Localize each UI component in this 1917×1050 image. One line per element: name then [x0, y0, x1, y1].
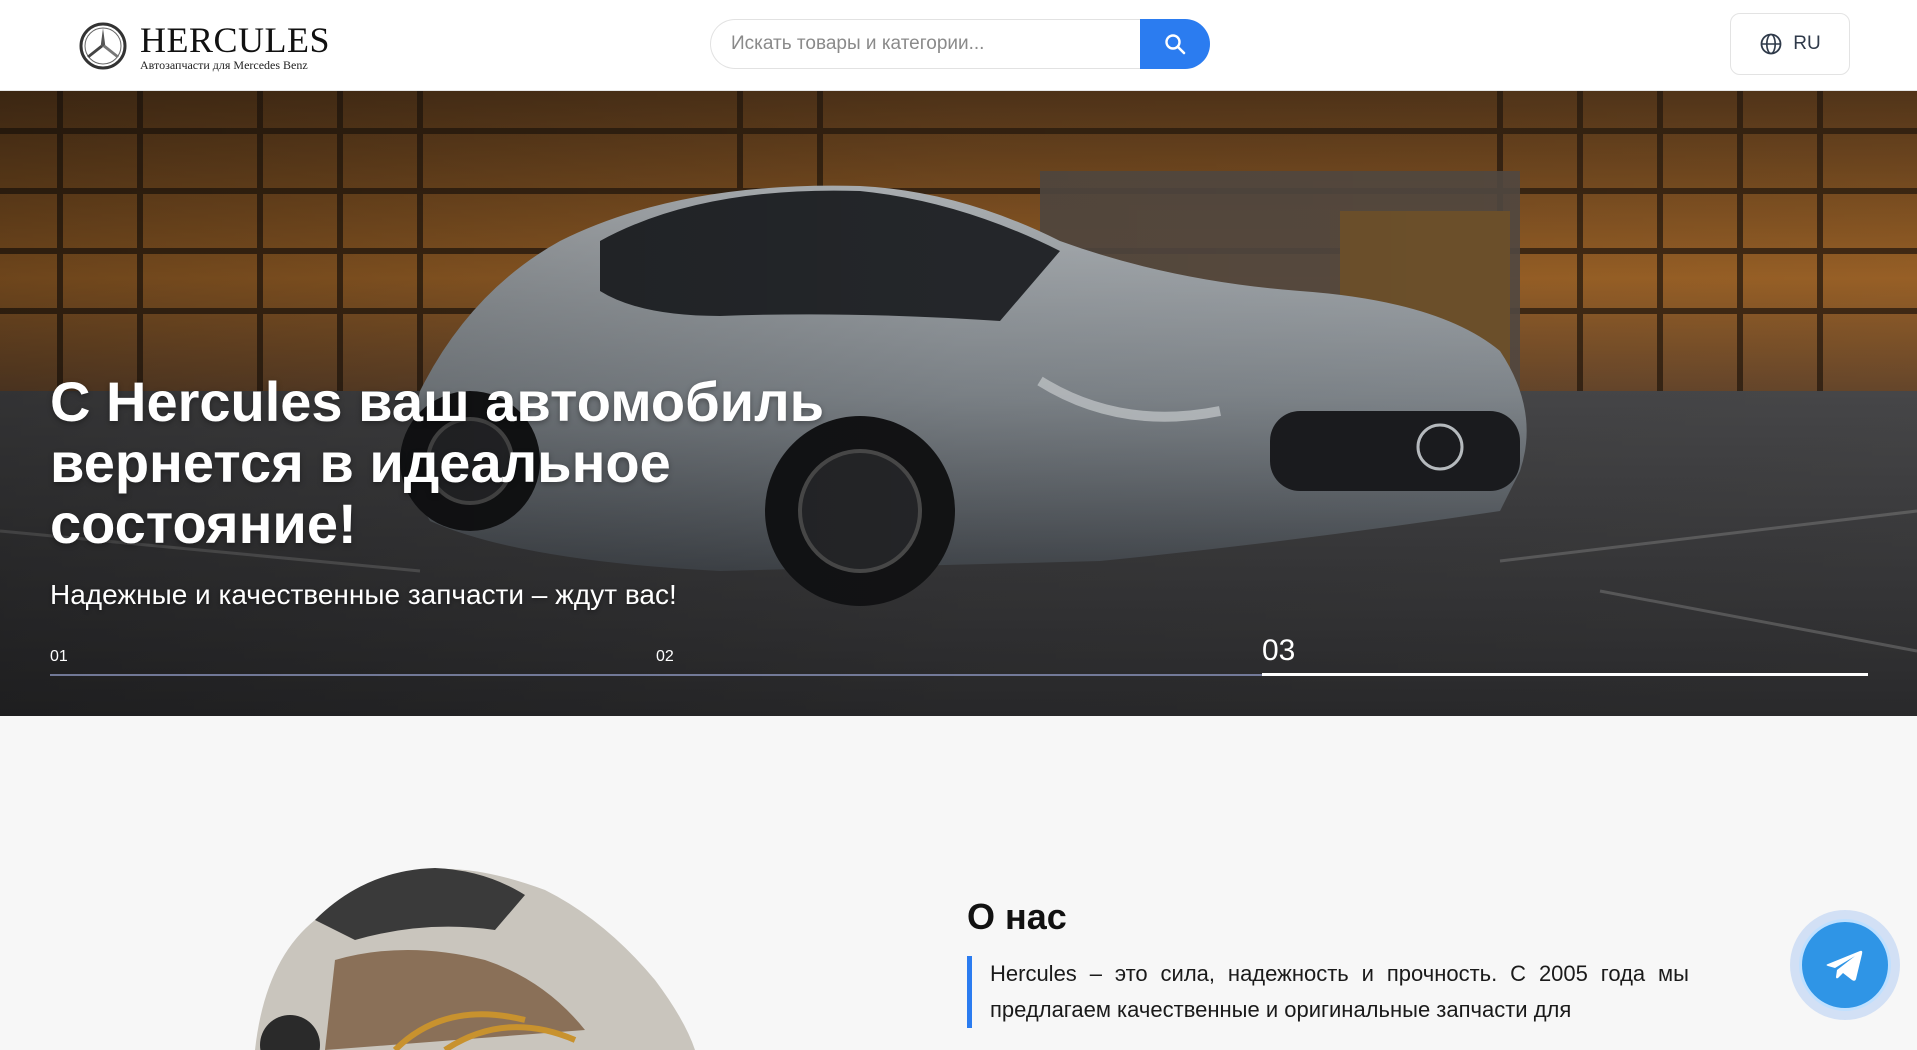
- logo-subtitle: Автозапчасти для Mercedes Benz: [140, 57, 308, 72]
- telegram-button[interactable]: [1790, 910, 1900, 1020]
- car-cutaway-image: [255, 868, 695, 1050]
- slide-pagination: 01 02 03: [50, 634, 1870, 676]
- about-title: О нас: [967, 896, 1067, 937]
- logo[interactable]: HERCULES Автозапчасти для Mercedes Benz: [78, 19, 330, 73]
- language-label: RU: [1793, 33, 1821, 54]
- hero-title: С Hercules ваш автомобиль вернется в иде…: [50, 370, 825, 555]
- mercedes-star-icon: [79, 22, 127, 70]
- hero-subtitle: Надежные и качественные запчасти – ждут …: [50, 579, 677, 610]
- site-header: HERCULES Автозапчасти для Mercedes Benz …: [0, 0, 1917, 91]
- slide-tab-02[interactable]: 02: [656, 636, 1262, 676]
- hero-slider: С Hercules ваш автомобиль вернется в иде…: [0, 91, 1917, 716]
- slide-number: 02: [656, 648, 674, 665]
- about-section: О нас Hercules – это сила, надежность и …: [0, 716, 1917, 1050]
- about-text: Hercules – это сила, надежность и прочно…: [967, 956, 1689, 1028]
- language-selector[interactable]: RU: [1730, 13, 1850, 75]
- slide-tab-03[interactable]: 03: [1262, 634, 1868, 676]
- search-button[interactable]: [1140, 19, 1210, 69]
- logo-title: HERCULES: [140, 19, 331, 60]
- telegram-icon: [1826, 950, 1863, 981]
- search-bar: [710, 19, 1210, 69]
- search-input[interactable]: [710, 19, 1140, 69]
- globe-icon: [1760, 33, 1782, 55]
- slide-tab-01[interactable]: 01: [50, 636, 656, 676]
- slide-number: 03: [1262, 634, 1296, 667]
- search-icon: [1165, 34, 1186, 55]
- slide-number: 01: [50, 648, 68, 665]
